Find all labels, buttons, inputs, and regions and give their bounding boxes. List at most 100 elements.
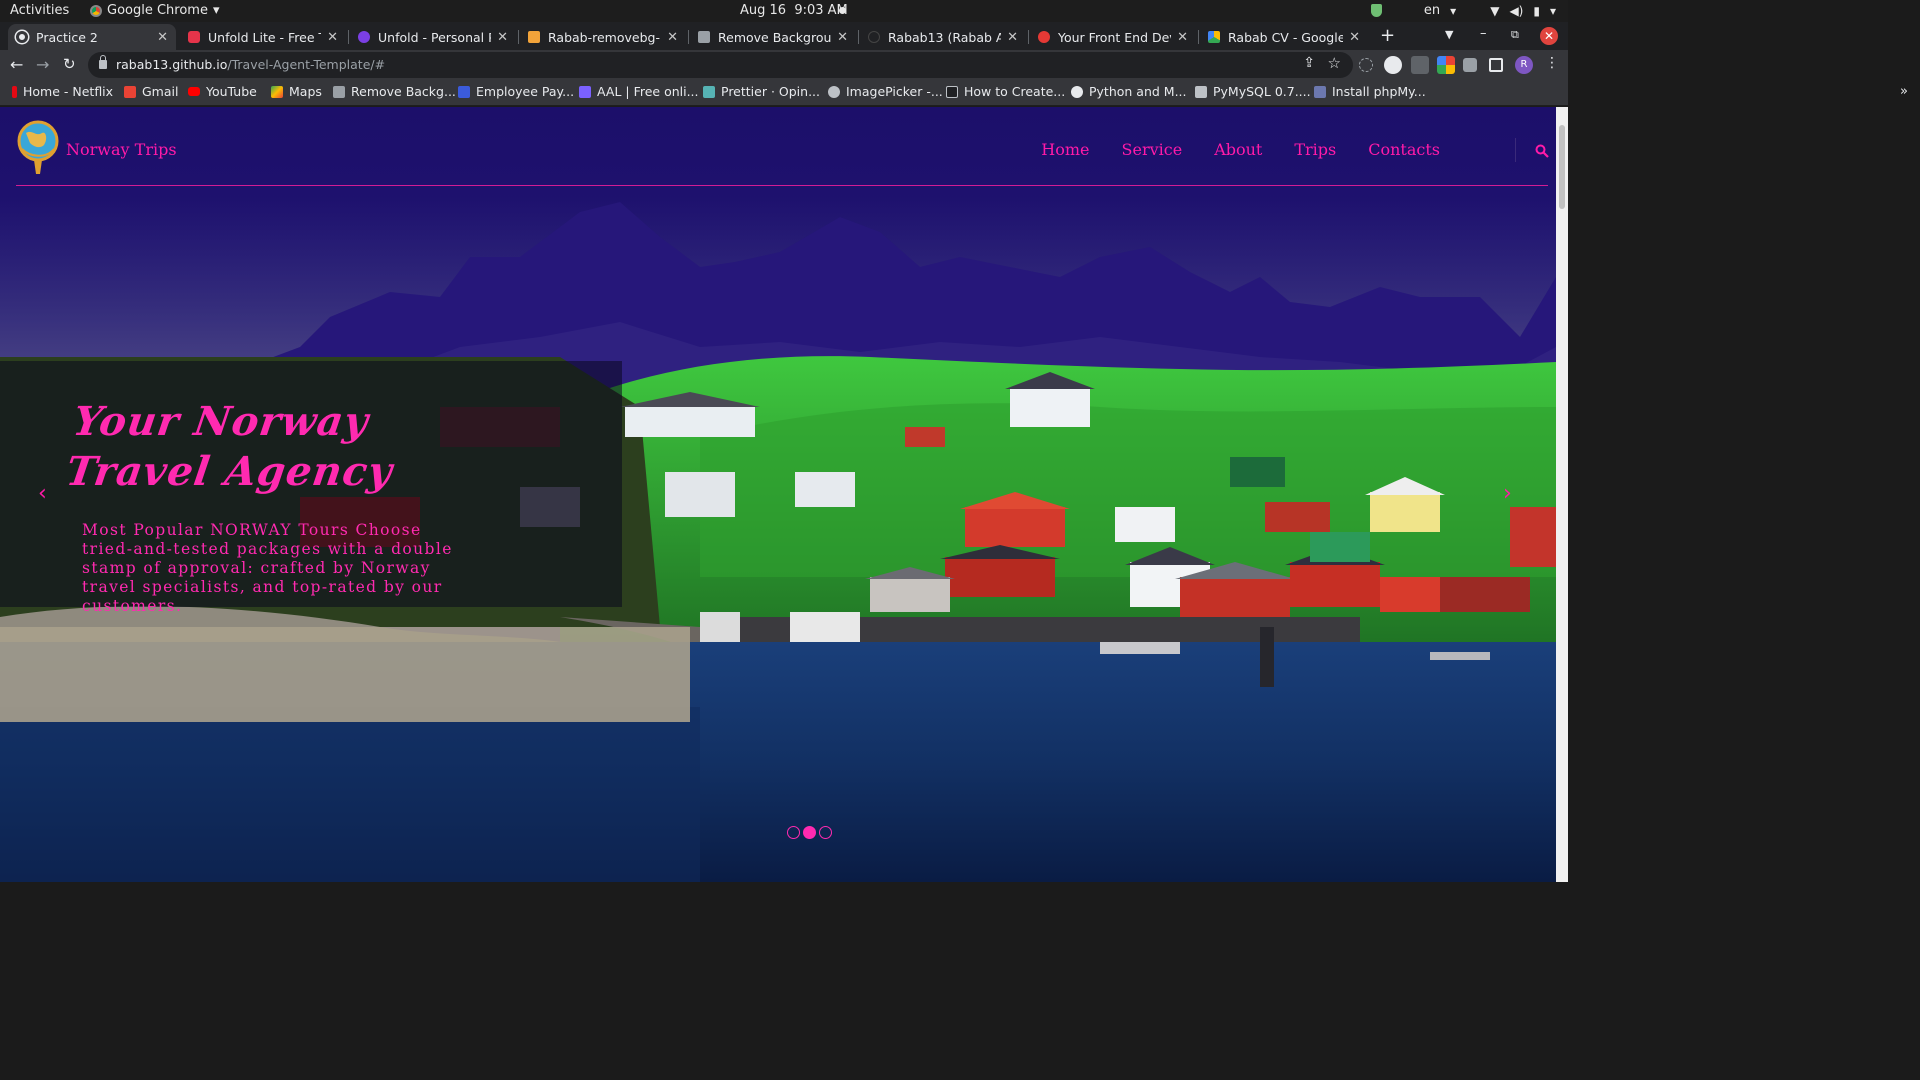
system-tray[interactable]: en ▾ ▼ ◀) ▮ ▾ <box>1370 3 1556 18</box>
tab-title: Your Front End Devel <box>1058 29 1171 45</box>
bookmark-label: ImagePicker -... <box>846 84 943 99</box>
slider-dot[interactable] <box>819 826 832 839</box>
restore-window-button[interactable]: ⧉ <box>1511 28 1519 42</box>
tab-unfold-personal[interactable]: Unfold - Personal Por ✕ <box>350 24 516 50</box>
heart-favicon-icon <box>188 31 200 43</box>
layers-icon <box>333 85 345 98</box>
new-tab-button[interactable]: + <box>1380 25 1395 46</box>
tab-title: Rabab CV - Google Di <box>1228 29 1344 45</box>
close-icon[interactable]: ✕ <box>837 30 848 45</box>
bookmark-how-to-create[interactable]: How to Create... <box>946 84 1065 99</box>
address-bar[interactable]: rabab13.github.io/Travel-Agent-Template/… <box>88 52 1353 78</box>
slider-next-button[interactable]: › <box>1503 481 1512 506</box>
profile-avatar[interactable]: R <box>1515 56 1533 74</box>
tab-rabab13-github[interactable]: Rabab13 (Rabab Ahm ✕ <box>860 24 1026 50</box>
close-icon[interactable]: ✕ <box>157 30 168 45</box>
tab-practice-2[interactable]: Practice 2 ✕ <box>8 24 176 50</box>
close-icon[interactable]: ✕ <box>1007 30 1018 45</box>
bookmark-label: Install phpMy... <box>1332 84 1426 99</box>
extensions-puzzle-icon[interactable] <box>1463 58 1477 72</box>
url-host: rabab13.github.io <box>116 57 228 72</box>
prettier-icon <box>703 85 715 98</box>
more-bookmarks-icon[interactable]: » <box>1900 84 1908 99</box>
bookmark-gmail[interactable]: Gmail <box>124 84 178 99</box>
bookmark-netflix[interactable]: Home - Netflix <box>12 84 113 99</box>
bookmarks-bar: Home - Netflix Gmail YouTube Maps Remove… <box>0 80 1568 106</box>
nav-divider <box>1515 138 1516 162</box>
netflix-icon <box>12 85 17 98</box>
bookmark-employee-pay[interactable]: Employee Pay... <box>458 84 574 99</box>
bookmark-maps[interactable]: Maps <box>271 84 322 99</box>
frontend-favicon-icon <box>1038 31 1050 43</box>
extension-v-icon[interactable] <box>1384 56 1402 74</box>
tab-front-end-dev[interactable]: Your Front End Devel ✕ <box>1030 24 1196 50</box>
slider-dot[interactable] <box>803 826 816 839</box>
close-icon[interactable]: ✕ <box>1349 30 1360 45</box>
more-menu-icon[interactable]: ⋮ <box>1545 55 1559 71</box>
bookmark-aal[interactable]: AAL | Free onli... <box>579 84 699 99</box>
language-indicator[interactable]: en <box>1424 3 1440 18</box>
bookmark-label: Remove Backg... <box>351 84 456 99</box>
python-icon <box>1071 85 1083 98</box>
nav-service[interactable]: Service <box>1122 140 1183 159</box>
bookmark-youtube[interactable]: YouTube <box>188 84 257 99</box>
bookmark-prettier[interactable]: Prettier · Opin... <box>703 84 820 99</box>
slider-prev-button[interactable]: ‹ <box>38 481 47 506</box>
bookmark-remove-bg[interactable]: Remove Backg... <box>333 84 456 99</box>
slider-pagination <box>787 826 832 839</box>
app-menu[interactable]: Google Chrome ▾ <box>90 3 220 18</box>
bookmark-star-icon[interactable]: ☆ <box>1328 54 1341 72</box>
chrome-favicon-icon <box>16 31 28 43</box>
nav-home[interactable]: Home <box>1041 140 1089 159</box>
page-scrollbar[interactable] <box>1556 107 1568 882</box>
bookmark-label: Gmail <box>142 84 179 99</box>
activities-button[interactable]: Activities <box>10 3 69 18</box>
search-icon[interactable] <box>1535 144 1549 158</box>
url-text[interactable]: rabab13.github.io/Travel-Agent-Template/… <box>116 57 385 72</box>
close-icon[interactable]: ✕ <box>1177 30 1188 45</box>
close-window-button[interactable]: ✕ <box>1540 27 1558 45</box>
close-icon[interactable]: ✕ <box>327 30 338 45</box>
clock[interactable]: Aug 16 9:03 AM <box>740 3 848 18</box>
extension-broadcast-icon[interactable] <box>1359 58 1373 72</box>
share-icon[interactable]: ⇪ <box>1303 55 1315 71</box>
close-icon[interactable]: ✕ <box>667 30 678 45</box>
site-brand[interactable]: Norway Trips <box>66 140 177 159</box>
tab-title: Rabab-removebg-pre <box>548 29 661 45</box>
google-drive-favicon-icon <box>1208 31 1220 43</box>
aal-icon <box>579 85 591 98</box>
bookmark-python[interactable]: Python and M... <box>1071 84 1187 99</box>
nav-about[interactable]: About <box>1214 140 1262 159</box>
close-icon[interactable]: ✕ <box>497 30 508 45</box>
tab-title: Practice 2 <box>36 29 98 45</box>
slider-dot[interactable] <box>787 826 800 839</box>
tab-unfold-lite[interactable]: Unfold Lite - Free Ten ✕ <box>180 24 346 50</box>
tab-remove-background[interactable]: Remove Background ✕ <box>690 24 856 50</box>
tab-search-button[interactable]: ▼ <box>1445 28 1453 41</box>
extension-pen-icon[interactable] <box>1411 56 1429 74</box>
nav-trips[interactable]: Trips <box>1294 140 1336 159</box>
layers-favicon-icon <box>698 31 710 43</box>
scrollbar-thumb[interactable] <box>1559 125 1565 209</box>
nav-contacts[interactable]: Contacts <box>1368 140 1440 159</box>
tab-rabab-cv[interactable]: Rabab CV - Google Di ✕ <box>1200 24 1368 50</box>
lock-icon[interactable] <box>99 55 107 69</box>
tab-rabab-removebg[interactable]: Rabab-removebg-pre ✕ <box>520 24 686 50</box>
bookmark-imagepicker[interactable]: ImagePicker -... <box>828 84 943 99</box>
globe-logo-icon[interactable] <box>16 119 60 177</box>
bookmark-pymysql[interactable]: PyMySQL 0.7.... <box>1195 84 1311 99</box>
forward-button[interactable]: → <box>36 55 49 74</box>
gmail-icon <box>124 85 136 98</box>
how-to-create-icon <box>946 85 958 98</box>
back-button[interactable]: ← <box>10 55 23 74</box>
tab-title: Remove Background <box>718 29 832 45</box>
bookmark-phpmyadmin[interactable]: Install phpMy... <box>1314 84 1426 99</box>
extension-colorful-icon[interactable] <box>1437 56 1455 74</box>
github-favicon-icon <box>868 31 880 43</box>
side-panel-icon[interactable] <box>1489 58 1503 72</box>
site-header: Norway Trips Home Service About Trips Co… <box>0 107 1556 187</box>
minimize-window-button[interactable]: – <box>1480 26 1487 41</box>
reload-button[interactable]: ↻ <box>63 55 76 73</box>
bookmark-label: How to Create... <box>964 84 1066 99</box>
shield-icon <box>1370 4 1382 17</box>
